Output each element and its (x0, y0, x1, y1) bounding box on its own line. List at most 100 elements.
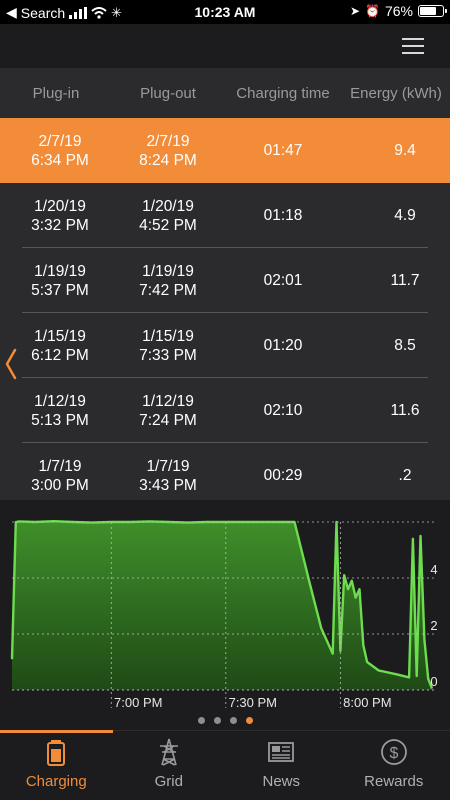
charging-time-cell: 00:29 (224, 466, 342, 485)
charging-time-cell: 02:01 (224, 271, 342, 290)
plug-out-cell: 1/15/19 7:33 PM (112, 327, 224, 365)
charging-time-cell: 01:20 (224, 336, 342, 355)
battery-percent: 76% (384, 3, 413, 19)
plug-in-cell-plug-in-time: 6:12 PM (31, 346, 89, 364)
plug-out-cell: 2/7/19 8:24 PM (112, 132, 224, 170)
header-energy[interactable]: Energy (kWh) (342, 85, 450, 102)
y-tick-label: 0 (430, 674, 437, 689)
charging-time-cell-charging-time: 01:18 (263, 207, 303, 224)
plug-in-cell-plug-in-time: 3:00 PM (31, 476, 89, 494)
plug-in-cell: 1/20/19 3:32 PM (0, 197, 112, 235)
charging-time-cell: 01:47 (224, 141, 342, 160)
plug-out-cell-plug-out-date: 1/12/19 (142, 392, 194, 410)
plug-in-cell-plug-in-date: 1/15/19 (34, 327, 86, 345)
charging-time-cell-charging-time: 01:20 (263, 337, 303, 354)
plug-out-cell-plug-out-time: 3:43 PM (139, 476, 197, 494)
plug-in-cell-plug-in-time: 5:37 PM (31, 281, 89, 299)
energy-cell: 11.6 (342, 401, 450, 420)
plug-in-cell-plug-in-time: 5:13 PM (31, 411, 89, 429)
table-row[interactable]: 1/20/19 3:32 PM 1/20/19 4:52 PM 01:18 4.9 (0, 183, 450, 248)
plug-out-cell-plug-out-date: 2/7/19 (146, 132, 190, 150)
newspaper-icon (268, 742, 295, 762)
charging-time-cell-charging-time: 00:29 (263, 467, 303, 484)
page-dot[interactable] (229, 717, 237, 724)
plug-in-cell-plug-in-date: 1/12/19 (34, 392, 86, 410)
header-plug-in[interactable]: Plug-in (0, 85, 112, 102)
tab-grid-label: Grid (154, 773, 183, 790)
charging-time-cell-charging-time: 01:47 (263, 142, 303, 159)
plug-out-cell-plug-out-time: 7:42 PM (139, 281, 197, 299)
x-tick-label: 7:30 PM (229, 695, 277, 710)
page-dot[interactable] (197, 717, 205, 724)
plug-in-cell: 2/7/19 6:34 PM (0, 132, 112, 170)
charging-time-cell: 01:18 (224, 206, 342, 225)
plug-out-cell-plug-out-date: 1/15/19 (142, 327, 194, 345)
tab-rewards[interactable]: $ Rewards (338, 731, 450, 800)
energy-cell-energy: .2 (398, 467, 412, 484)
tab-news-label: News (262, 773, 300, 790)
location-arrow-icon: ➤ (349, 4, 361, 18)
energy-cell-energy: 11.6 (390, 402, 420, 419)
x-tick-label: 8:00 PM (343, 695, 391, 710)
battery-level (420, 7, 436, 15)
plug-in-cell-plug-in-date: 2/7/19 (38, 132, 82, 150)
energy-cell: 4.9 (342, 206, 450, 225)
plug-in-cell-plug-in-time: 6:34 PM (31, 151, 89, 169)
plug-in-cell: 1/7/19 3:00 PM (0, 457, 112, 495)
tab-bar: Charging Grid News $ Rewards (0, 730, 450, 800)
header-plug-out[interactable]: Plug-out (112, 85, 224, 102)
table-row[interactable]: 2/7/19 6:34 PM 2/7/19 8:24 PM 01:47 9.4 (0, 118, 450, 183)
y-tick-label: 4 (430, 562, 437, 577)
plug-in-cell-plug-in-date: 1/20/19 (34, 197, 86, 215)
y-tick-label: 2 (430, 618, 437, 633)
plug-in-cell-plug-in-date: 1/19/19 (34, 262, 86, 280)
status-bar: ◀ Search ✳ 10:23 AM ➤ ⏰ 76% (0, 0, 450, 24)
battery-icon (418, 5, 447, 17)
tab-news[interactable]: News (225, 731, 338, 800)
tab-grid[interactable]: Grid (113, 731, 226, 800)
top-bar (0, 24, 450, 68)
power-tower-icon (159, 738, 178, 766)
x-tick-label: 7:00 PM (114, 695, 162, 710)
plug-in-cell-plug-in-date: 1/7/19 (38, 457, 82, 475)
table-header: Plug-in Plug-out Charging time Energy (k… (0, 68, 450, 118)
plug-out-cell-plug-out-time: 8:24 PM (139, 151, 197, 169)
plug-out-cell-plug-out-date: 1/7/19 (146, 457, 190, 475)
table-row[interactable]: 1/19/19 5:37 PM 1/19/19 7:42 PM 02:01 11.7 (0, 248, 450, 313)
hamburger-menu-icon[interactable] (402, 38, 424, 54)
alarm-icon: ⏰ (365, 4, 380, 18)
energy-cell-energy: 9.4 (394, 142, 416, 159)
svg-text:$: $ (389, 745, 398, 762)
plug-in-cell-plug-in-time: 3:32 PM (31, 216, 89, 234)
session-table: 2/7/19 6:34 PM 2/7/19 8:24 PM 01:47 9.4 1/20/1… (0, 118, 450, 500)
header-charging-time[interactable]: Charging time (224, 85, 342, 102)
plug-out-cell-plug-out-date: 1/20/19 (142, 197, 194, 215)
charging-power-chart: 0 2 4 7:00 PM 7:30 PM 8:00 PM (0, 500, 450, 730)
energy-cell: 9.4 (342, 141, 450, 160)
plug-out-cell-plug-out-time: 7:24 PM (139, 411, 197, 429)
plug-out-cell-plug-out-time: 7:33 PM (139, 346, 197, 364)
page-dot[interactable] (213, 717, 221, 724)
plug-out-cell-plug-out-time: 4:52 PM (139, 216, 197, 234)
plug-in-cell: 1/12/19 5:13 PM (0, 392, 112, 430)
tab-charging-label: Charging (25, 773, 87, 790)
plug-out-cell-plug-out-date: 1/19/19 (142, 262, 194, 280)
chart-svg: 0 2 4 7:00 PM 7:30 PM 8:00 PM (10, 520, 438, 710)
tab-rewards-label: Rewards (364, 773, 424, 790)
tab-charging[interactable]: Charging (0, 730, 113, 800)
energy-cell: 11.7 (342, 271, 450, 290)
page-indicator (0, 717, 450, 724)
energy-cell-energy: 11.7 (390, 272, 420, 289)
plug-out-cell: 1/20/19 4:52 PM (112, 197, 224, 235)
energy-cell-energy: 8.5 (394, 337, 416, 354)
chevron-left-icon[interactable] (4, 348, 18, 380)
table-row[interactable]: 1/15/19 6:12 PM 1/15/19 7:33 PM 01:20 8.5 (0, 313, 450, 378)
energy-cell-energy: 4.9 (394, 207, 416, 224)
plug-out-cell: 1/12/19 7:24 PM (112, 392, 224, 430)
table-row[interactable]: 1/7/19 3:00 PM 1/7/19 3:43 PM 00:29.2 (0, 443, 450, 500)
table-row[interactable]: 1/12/19 5:13 PM 1/12/19 7:24 PM 02:10 11.6 (0, 378, 450, 443)
plug-out-cell: 1/19/19 7:42 PM (112, 262, 224, 300)
status-right: ➤ ⏰ 76% (349, 3, 447, 19)
page-dot[interactable] (245, 717, 253, 724)
plug-in-cell: 1/19/19 5:37 PM (0, 262, 112, 300)
